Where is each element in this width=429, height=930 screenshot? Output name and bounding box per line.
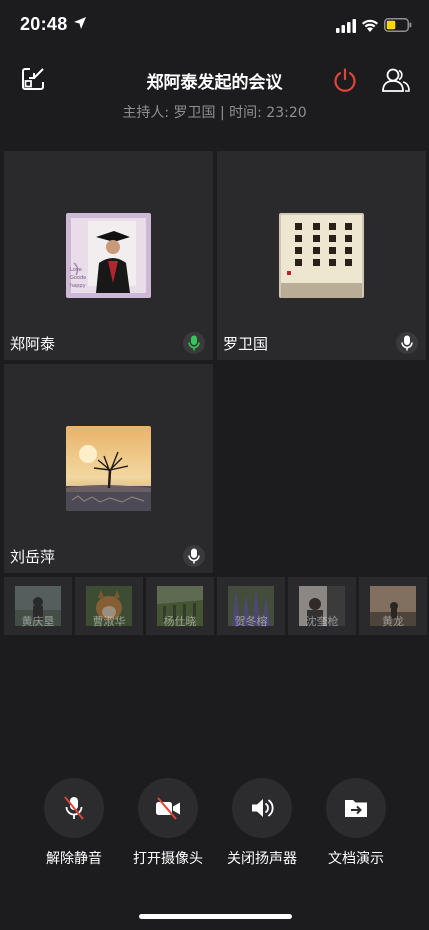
meeting-controls: 解除静音 打开摄像头 关闭扬声器 文档演示 <box>0 778 429 868</box>
end-meeting-power-icon[interactable] <box>332 67 358 93</box>
mic-icon <box>401 335 413 351</box>
host-label: 主持人: 罗卫国 <box>122 105 216 121</box>
meeting-time-label: 时间: 23:20 <box>229 105 307 121</box>
home-indicator[interactable] <box>139 914 292 919</box>
participant-tile[interactable]: 罗卫国 <box>217 151 426 360</box>
unmute-button[interactable]: 解除静音 <box>29 778 119 868</box>
unmute-button-circle[interactable] <box>44 778 104 838</box>
avatar <box>66 426 151 511</box>
participant-name: 刘岳萍 <box>10 548 56 566</box>
svg-text:happy: happy <box>70 283 86 289</box>
wifi-icon <box>362 19 378 32</box>
mic-status-badge <box>183 332 205 354</box>
speaker-button-circle[interactable] <box>232 778 292 838</box>
sunset-tree-image <box>66 426 151 511</box>
participant-thumbnail[interactable]: 黄庆垦 <box>4 577 72 635</box>
participant-tile[interactable]: Love Goode happy 郑阿泰 <box>4 151 213 360</box>
participant-thumbnail-strip[interactable]: 黄庆垦 曹淑华 杨仕晓 贺冬榕 沈奎枪 黄龙 <box>4 577 429 635</box>
graduation-photo-image: Love Goode happy <box>66 213 151 298</box>
status-time: 20:48 <box>20 14 68 34</box>
thumbnail-name: 曹淑华 <box>92 615 126 628</box>
camera-off-icon <box>156 797 180 820</box>
participant-thumbnail[interactable]: 沈奎枪 <box>288 577 356 635</box>
camera-on-button[interactable]: 打开摄像头 <box>123 778 213 868</box>
participant-name: 郑阿泰 <box>10 335 56 353</box>
participant-tile[interactable]: 刘岳萍 <box>4 364 213 573</box>
location-arrow-icon <box>74 17 86 29</box>
speaker-off-button[interactable]: 关闭扬声器 <box>217 778 307 868</box>
meeting-header: 郑阿泰发起的会议 主持人: 罗卫国 | 时间: 23:20 <box>0 55 429 125</box>
meeting-title: 郑阿泰发起的会议 <box>146 73 283 93</box>
calligraphy-image <box>279 213 364 298</box>
battery-icon <box>384 18 412 32</box>
mic-icon <box>188 548 200 564</box>
share-document-label: 文档演示 <box>328 851 384 867</box>
status-bar: 20:48 <box>0 0 429 50</box>
mic-muted-icon <box>64 796 84 820</box>
share-button-circle[interactable] <box>326 778 386 838</box>
mic-active-icon <box>188 335 200 351</box>
unmute-label: 解除静音 <box>46 851 102 867</box>
participant-thumbnail[interactable]: 曹淑华 <box>75 577 143 635</box>
mic-status-badge <box>396 332 418 354</box>
thumbnail-name: 贺冬榕 <box>234 615 268 628</box>
share-doc-icon <box>345 800 367 817</box>
mic-status-badge <box>183 545 205 567</box>
thumbnail-name: 沈奎枪 <box>305 615 339 628</box>
info-separator: | <box>215 105 230 121</box>
thumbnail-name: 黄龙 <box>382 615 404 628</box>
camera-label: 打开摄像头 <box>133 851 203 867</box>
camera-button-circle[interactable] <box>138 778 198 838</box>
thumbnail-name: 杨仕晓 <box>163 615 197 628</box>
participant-thumbnail[interactable]: 黄龙 <box>359 577 427 635</box>
speaker-label: 关闭扬声器 <box>227 851 297 867</box>
svg-text:Love: Love <box>70 267 82 273</box>
speaker-icon <box>252 799 274 817</box>
participant-name: 罗卫国 <box>223 335 269 353</box>
members-icon[interactable] <box>381 67 411 93</box>
svg-text:Goode: Goode <box>70 275 86 281</box>
participant-thumbnail[interactable]: 贺冬榕 <box>217 577 285 635</box>
avatar: Love Goode happy <box>66 213 151 298</box>
cellular-signal-icon <box>336 19 356 33</box>
thumbnail-name: 黄庆垦 <box>21 615 55 628</box>
avatar <box>279 213 364 298</box>
meeting-info: 主持人: 罗卫国 | 时间: 23:20 <box>0 102 429 122</box>
share-document-button[interactable]: 文档演示 <box>311 778 401 868</box>
participant-thumbnail[interactable]: 杨仕晓 <box>146 577 214 635</box>
